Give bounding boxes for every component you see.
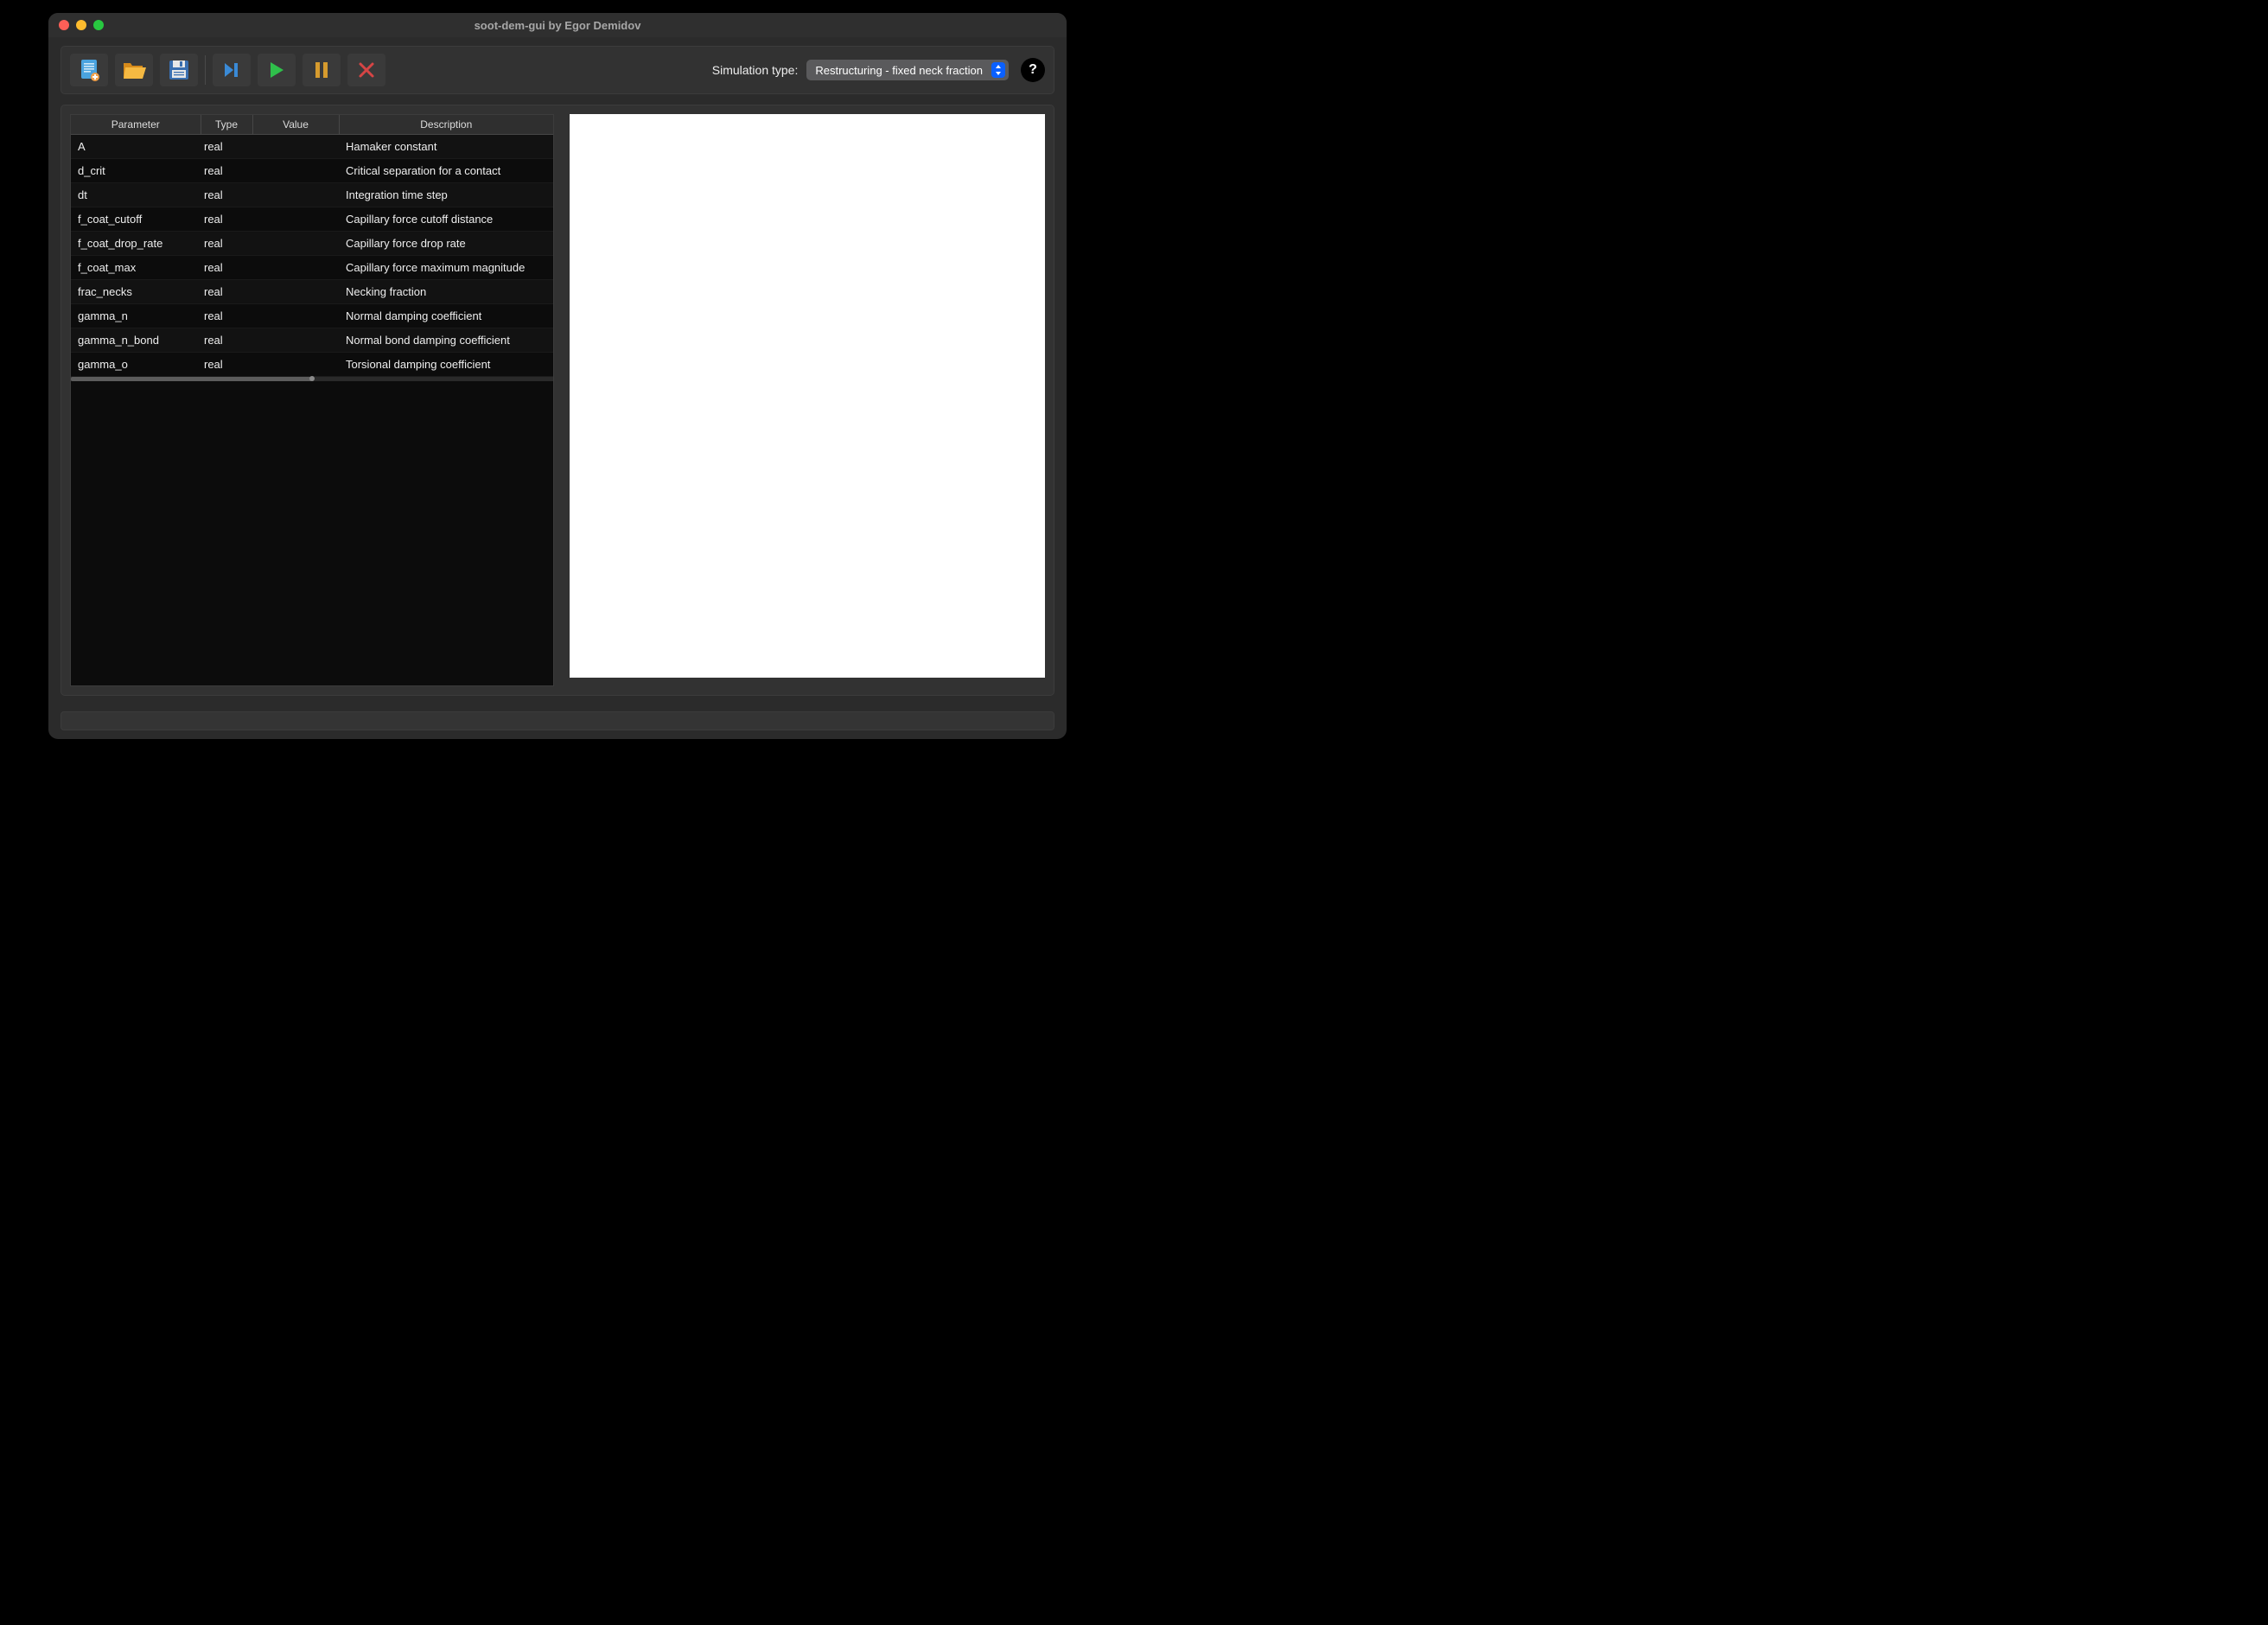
cell-parameter[interactable]: gamma_n [71,304,201,328]
new-button[interactable] [70,54,108,86]
table-row[interactable]: gamma_nreal Normal damping coefficient [71,304,553,328]
cell-parameter[interactable]: A [71,135,201,159]
play-button[interactable] [258,54,296,86]
col-header-type[interactable]: Type [201,115,252,135]
minimize-window-button[interactable] [76,20,86,30]
content-frame: Parameter Type Value Description Areal Ha… [61,105,1054,696]
pause-button[interactable] [303,54,341,86]
table-horizontal-scrollbar[interactable] [71,377,553,381]
open-folder-icon [122,60,146,80]
cell-type[interactable]: real [201,232,252,256]
cell-value[interactable] [252,304,339,328]
zoom-window-button[interactable] [93,20,104,30]
play-icon [268,61,285,80]
cell-parameter[interactable]: dt [71,183,201,207]
cell-parameter[interactable]: gamma_o [71,353,201,377]
window-title: soot-dem-gui by Egor Demidov [48,19,1067,32]
cell-description[interactable]: Torsional damping coefficient [339,353,553,377]
cell-value[interactable] [252,353,339,377]
cell-parameter[interactable]: f_coat_drop_rate [71,232,201,256]
status-bar [61,711,1054,730]
cell-description[interactable]: Capillary force cutoff distance [339,207,553,232]
preview-canvas[interactable] [570,114,1045,678]
parameters-table: Parameter Type Value Description Areal Ha… [71,115,553,377]
col-header-description[interactable]: Description [339,115,553,135]
table-row[interactable]: f_coat_cutoffreal Capillary force cutoff … [71,207,553,232]
cell-parameter[interactable]: frac_necks [71,280,201,304]
cell-description[interactable]: Integration time step [339,183,553,207]
cell-description[interactable]: Capillary force drop rate [339,232,553,256]
cell-description[interactable]: Capillary force maximum magnitude [339,256,553,280]
cell-value[interactable] [252,135,339,159]
cell-parameter[interactable]: d_crit [71,159,201,183]
cell-value[interactable] [252,207,339,232]
cell-type[interactable]: real [201,328,252,353]
new-file-icon [79,59,99,81]
table-row[interactable]: Areal Hamaker constant [71,135,553,159]
titlebar: soot-dem-gui by Egor Demidov [48,13,1067,37]
save-button[interactable] [160,54,198,86]
table-header-row: Parameter Type Value Description [71,115,553,135]
cell-description[interactable]: Normal bond damping coefficient [339,328,553,353]
cell-value[interactable] [252,232,339,256]
cell-type[interactable]: real [201,304,252,328]
cell-value[interactable] [252,280,339,304]
close-icon [358,61,375,79]
save-icon [168,59,190,81]
cell-type[interactable]: real [201,256,252,280]
parameters-pane: Parameter Type Value Description Areal Ha… [70,114,554,686]
open-button[interactable] [115,54,153,86]
col-header-value[interactable]: Value [252,115,339,135]
table-row[interactable]: dtreal Integration time step [71,183,553,207]
table-row[interactable]: d_critreal Critical separation for a cont… [71,159,553,183]
cell-description[interactable]: Hamaker constant [339,135,553,159]
cell-parameter[interactable]: f_coat_cutoff [71,207,201,232]
toolbar-separator [205,55,206,85]
table-row[interactable]: f_coat_drop_ratereal Capillary force drop… [71,232,553,256]
table-row[interactable]: gamma_n_bondreal Normal bond damping coef… [71,328,553,353]
table-row[interactable]: frac_necksreal Necking fraction [71,280,553,304]
table-row[interactable]: gamma_oreal Torsional damping coefficient [71,353,553,377]
col-header-parameter[interactable]: Parameter [71,115,201,135]
help-icon: ? [1029,62,1037,78]
cell-value[interactable] [252,159,339,183]
cell-type[interactable]: real [201,280,252,304]
cell-description[interactable]: Necking fraction [339,280,553,304]
cell-description[interactable]: Critical separation for a contact [339,159,553,183]
sim-type-select[interactable]: Restructuring - fixed neck fraction [806,60,1009,80]
skip-forward-icon [222,61,241,80]
close-window-button[interactable] [59,20,69,30]
cell-parameter[interactable]: gamma_n_bond [71,328,201,353]
cell-description[interactable]: Normal damping coefficient [339,304,553,328]
cell-type[interactable]: real [201,183,252,207]
help-button[interactable]: ? [1021,58,1045,82]
cell-parameter[interactable]: f_coat_max [71,256,201,280]
cell-value[interactable] [252,328,339,353]
cell-type[interactable]: real [201,353,252,377]
cell-type[interactable]: real [201,135,252,159]
cell-value[interactable] [252,183,339,207]
cell-value[interactable] [252,256,339,280]
sim-type-label: Simulation type: [712,63,799,77]
stop-button[interactable] [347,54,385,86]
cell-type[interactable]: real [201,159,252,183]
sim-type-value: Restructuring - fixed neck fraction [815,64,983,77]
app-window: soot-dem-gui by Egor Demidov [48,13,1067,739]
select-arrows-icon [991,62,1005,78]
traffic-lights [48,20,104,30]
cell-type[interactable]: real [201,207,252,232]
skip-button[interactable] [213,54,251,86]
pause-icon [314,61,329,79]
table-row[interactable]: f_coat_maxreal Capillary force maximum ma… [71,256,553,280]
toolbar: Simulation type: Restructuring - fixed n… [61,46,1054,94]
